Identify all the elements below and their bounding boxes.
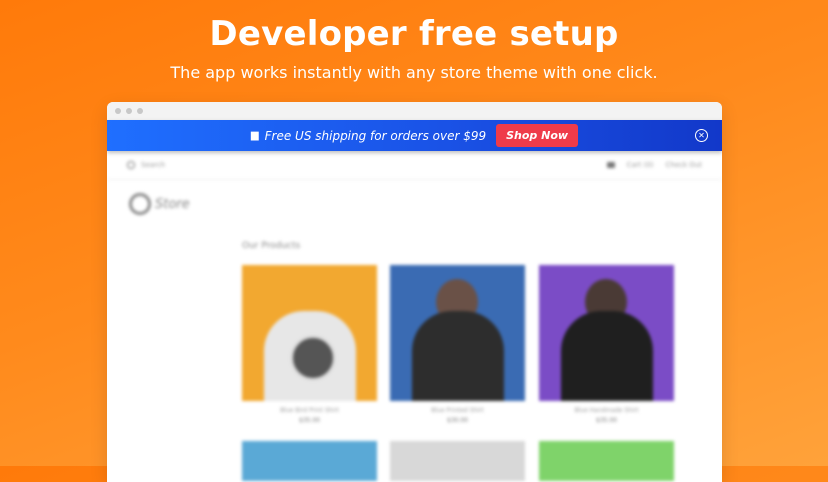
product-card[interactable]: Blue Printed Shirt $30.00: [390, 265, 525, 424]
checkout-link[interactable]: Check Out: [666, 161, 702, 169]
store-preview: Search Cart (0) Check Out Store Our Prod…: [107, 151, 722, 481]
browser-chrome: [107, 102, 722, 120]
close-icon[interactable]: ✕: [695, 129, 708, 142]
search-placeholder: Search: [141, 161, 166, 169]
shirt-emblem: [290, 335, 336, 381]
section-title: Our Products: [242, 241, 301, 251]
product-image[interactable]: [242, 265, 377, 401]
product-image[interactable]: [390, 265, 525, 401]
product-name[interactable]: Blue Printed Shirt: [390, 407, 525, 414]
search-icon: [127, 161, 135, 169]
announcement-text: Free US shipping for orders over $99: [264, 128, 487, 143]
store-nav: Search Cart (0) Check Out: [107, 151, 722, 180]
hero-subtitle: The app works instantly with any store t…: [170, 63, 658, 82]
browser-window: ▆ Free US shipping for orders over $99 S…: [107, 102, 722, 482]
window-dot: [115, 108, 121, 114]
product-card[interactable]: Blue Bird Print Shirt $35.00: [242, 265, 377, 424]
window-dot: [126, 108, 132, 114]
product-price: $35.00: [596, 417, 617, 424]
product-name[interactable]: Blue Bird Print Shirt: [242, 407, 377, 414]
window-dot: [137, 108, 143, 114]
hero-title: Developer free setup: [209, 14, 619, 54]
product-name[interactable]: Blue Handmade Shirt: [539, 407, 674, 414]
store-logo[interactable]: Store: [129, 193, 190, 215]
announcement-bar: ▆ Free US shipping for orders over $99 S…: [107, 120, 722, 151]
product-price: $30.00: [447, 417, 468, 424]
product-image[interactable]: [390, 441, 525, 481]
cart-icon[interactable]: [606, 162, 615, 168]
logo-mark-icon: [129, 193, 151, 215]
product-price: $35.00: [299, 417, 320, 424]
flag-us-icon: ▆: [250, 130, 259, 141]
product-image[interactable]: [539, 265, 674, 401]
logo-text: Store: [155, 196, 190, 212]
shop-now-button[interactable]: Shop Now: [496, 124, 579, 147]
product-card[interactable]: Blue Handmade Shirt $35.00: [539, 265, 674, 424]
product-image[interactable]: [539, 441, 674, 481]
store-search[interactable]: Search: [127, 161, 607, 169]
cart-link[interactable]: Cart (0): [627, 161, 654, 169]
product-image[interactable]: [242, 441, 377, 481]
